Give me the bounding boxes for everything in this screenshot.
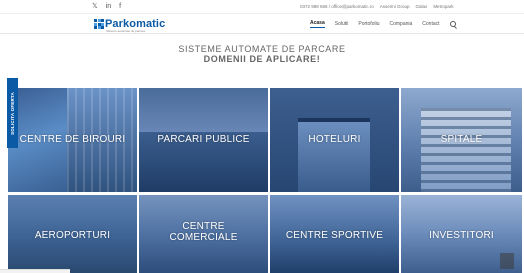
contact-phone-email[interactable]: 0372 988 666 / office@parkomatic.ro (300, 4, 374, 9)
nav-compania[interactable]: Compania (389, 21, 412, 27)
tile-parcari-publice[interactable]: PARCARI PUBLICE (139, 88, 268, 192)
tile-label: CENTRE SPORTIVE (285, 230, 384, 241)
facebook-icon[interactable]: f (119, 3, 121, 11)
logo-mark-icon (94, 19, 104, 29)
link-metropark[interactable]: Metropark (433, 4, 453, 9)
logo-text: Parkomatic (105, 17, 166, 30)
nav-contact[interactable]: Contact (422, 21, 439, 27)
tile-label: CENTRE COMERCIALE (169, 221, 238, 243)
tile-hoteluri[interactable]: HOTELURI (270, 88, 399, 192)
tile-aeroporturi[interactable]: AEROPORTURI (8, 195, 137, 273)
tile-image (421, 108, 511, 192)
application-grid: CENTRE DE BIROURI PARCARI PUBLICE HOTELU… (8, 88, 522, 273)
logo[interactable]: Parkomatic Sisteme automate de parcare (94, 17, 166, 33)
scroll-to-top-button[interactable] (500, 253, 514, 269)
top-bar: 𝕏 in f 0372 988 666 / office@parkomatic.… (0, 0, 524, 14)
request-offer-label: SOLICITA OFERTA (10, 91, 15, 135)
request-offer-tab[interactable]: SOLICITA OFERTA (7, 78, 18, 148)
nav-solutii[interactable]: Solutii (335, 21, 349, 27)
search-icon[interactable] (449, 21, 456, 27)
nav-acasa[interactable]: Acasa (310, 20, 325, 28)
link-asserini-group[interactable]: Asserini Group (380, 4, 410, 9)
tile-spitale[interactable]: SPITALE (401, 88, 522, 192)
social-links: 𝕏 in f (92, 3, 121, 11)
heading-line-2: DOMENII DE APLICARE! (203, 54, 321, 64)
linkedin-icon[interactable]: in (106, 3, 111, 11)
main-nav: Acasa Solutii Portofoliu Compania Contac… (310, 20, 456, 28)
heading-line-1: SISTEME AUTOMATE DE PARCARE (178, 44, 346, 54)
contact-info: 0372 988 666 / office@parkomatic.ro Asse… (300, 4, 454, 9)
nav-portofoliu[interactable]: Portofoliu (358, 21, 379, 27)
tile-label: CENTRE DE BIROURI (19, 134, 126, 145)
tile-centre-de-birouri[interactable]: CENTRE DE BIROURI (8, 88, 137, 192)
tile-centre-comerciale[interactable]: CENTRE COMERCIALE (139, 195, 268, 273)
tile-label: PARCARI PUBLICE (157, 134, 250, 145)
tile-label: INVESTITORI (429, 230, 494, 241)
logo-tagline: Sisteme automate de parcare (106, 29, 146, 33)
tile-label: SPITALE (440, 134, 483, 145)
page-heading: SISTEME AUTOMATE DE PARCARE DOMENII DE A… (0, 44, 524, 64)
site-header: Parkomatic Sisteme automate de parcare A… (0, 14, 524, 34)
tile-label: AEROPORTURI (34, 230, 111, 241)
link-galax[interactable]: Galax (416, 4, 428, 9)
browser-status-bar (0, 269, 70, 273)
tile-image (298, 118, 370, 192)
tile-label: HOTELURI (308, 134, 361, 145)
twitter-icon[interactable]: 𝕏 (92, 3, 98, 11)
tile-centre-sportive[interactable]: CENTRE SPORTIVE (270, 195, 399, 273)
